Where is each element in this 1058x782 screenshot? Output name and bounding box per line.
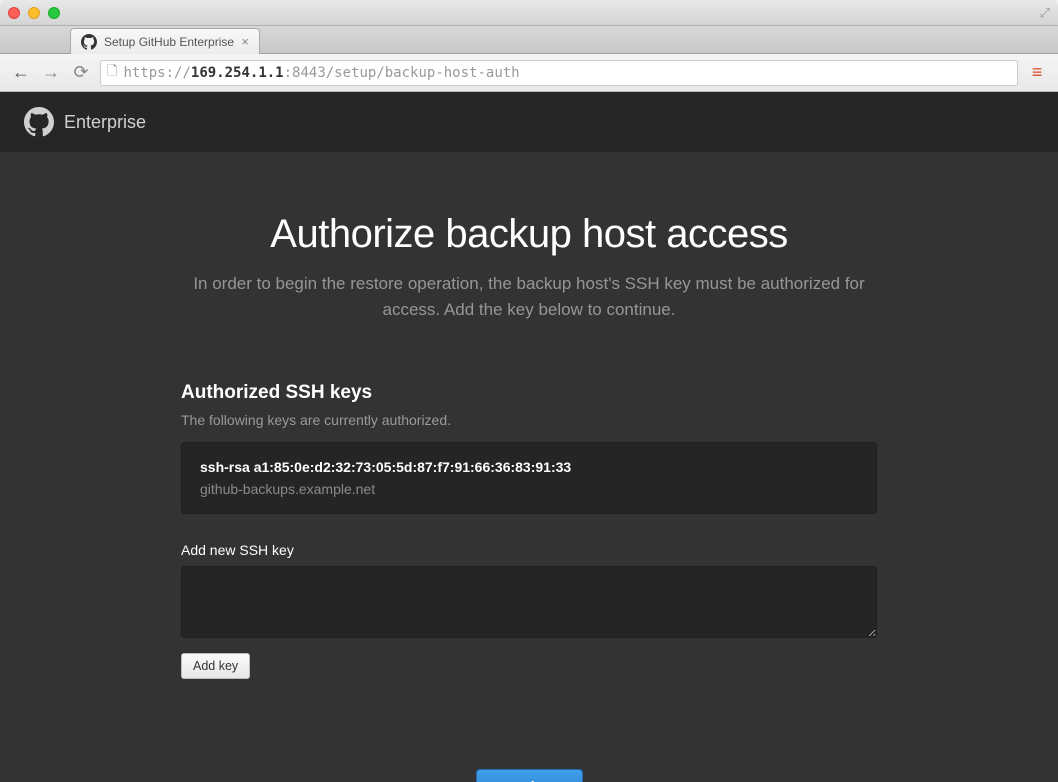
tab-title: Setup GitHub Enterprise [104,35,234,49]
authorized-keys-description: The following keys are currently authori… [181,412,877,428]
authorized-key-item: ssh-rsa a1:85:0e:d2:32:73:05:5d:87:f7:91… [181,442,877,514]
page-title: Authorize backup host access [181,212,877,257]
ssh-key-host: github-backups.example.net [200,481,858,497]
url-text: https://169.254.1.1:8443/setup/backup-ho… [123,65,519,81]
back-button[interactable]: ← [10,62,32,83]
maximize-icon[interactable]: ⤢ [1040,5,1050,21]
page-subtitle: In order to begin the restore operation,… [181,271,877,322]
ssh-key-fingerprint: ssh-rsa a1:85:0e:d2:32:73:05:5d:87:f7:91… [200,459,858,475]
github-logo-icon [24,107,54,137]
authorized-keys-section: Authorized SSH keys The following keys a… [181,382,877,679]
window-zoom-button[interactable] [48,7,60,19]
footer-actions: Continue [181,769,877,782]
github-favicon-icon [81,34,97,50]
browser-tab[interactable]: Setup GitHub Enterprise × [70,28,260,54]
authorized-keys-title: Authorized SSH keys [181,382,877,404]
main-content: Authorize backup host access In order to… [169,152,889,782]
window-minimize-button[interactable] [28,7,40,19]
continue-button[interactable]: Continue [476,769,583,782]
window-titlebar: ⤢ [0,0,1058,26]
tab-close-icon[interactable]: × [241,34,249,49]
site-info-icon[interactable]: 🗋 [107,62,117,84]
browser-menu-icon[interactable]: ≡ [1026,62,1048,83]
browser-tab-bar: Setup GitHub Enterprise × [0,26,1058,54]
window-close-button[interactable] [8,7,20,19]
add-ssh-key-label: Add new SSH key [181,542,877,558]
ssh-key-textarea[interactable] [181,566,877,638]
reload-button[interactable]: ⟳ [70,62,92,83]
add-key-button[interactable]: Add key [181,653,250,679]
forward-button[interactable]: → [40,62,62,83]
brand-text: Enterprise [64,112,146,133]
page-content: Enterprise Authorize backup host access … [0,92,1058,782]
address-bar[interactable]: 🗋 https://169.254.1.1:8443/setup/backup-… [100,60,1018,86]
window-controls [8,7,60,19]
browser-toolbar: ← → ⟳ 🗋 https://169.254.1.1:8443/setup/b… [0,54,1058,92]
app-header: Enterprise [0,92,1058,152]
